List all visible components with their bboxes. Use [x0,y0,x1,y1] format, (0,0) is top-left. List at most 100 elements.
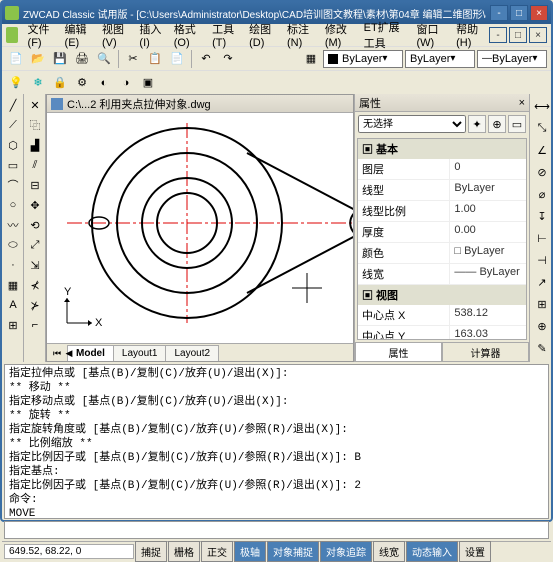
trim-icon[interactable]: ⊀ [26,276,44,294]
circle-icon[interactable]: ○ [4,196,22,214]
open-icon[interactable]: 📂 [28,49,48,69]
drawing-canvas[interactable]: XY [47,113,353,343]
copy2-icon[interactable]: ⿻ [26,116,44,134]
tool3-icon[interactable]: ◑ [116,73,136,93]
table-icon[interactable]: ⊞ [4,316,22,334]
new-icon[interactable]: 📄 [6,49,26,69]
menu-dim[interactable]: 标注(N) [282,19,319,51]
menu-file[interactable]: 文件(F) [23,19,59,51]
props-close-icon[interactable]: × [519,97,525,109]
preview-icon[interactable]: 🔍 [94,49,114,69]
lightbulb-icon[interactable]: 💡 [6,73,26,93]
snap-toggle[interactable]: 捕捉 [135,541,167,562]
dim-leader-icon[interactable]: ↗ [532,272,552,292]
dim-base-icon[interactable]: ⊣ [532,250,552,270]
menu-insert[interactable]: 插入(I) [134,19,167,51]
tab-properties[interactable]: 属性 [355,342,442,362]
prop-row[interactable]: 图层0 [358,159,526,180]
layer-select[interactable]: ByLayer ▾ [323,50,403,68]
tab-prev[interactable]: ◀ [61,345,77,361]
tab-layout1[interactable]: Layout1 [113,345,167,361]
dim-center-icon[interactable]: ⊕ [532,316,552,336]
hatch-icon[interactable]: ▦ [4,276,22,294]
scale-icon[interactable]: ⤢ [26,236,44,254]
freeze-icon[interactable]: ❄ [28,73,48,93]
lock-icon[interactable]: 🔒 [50,73,70,93]
move-icon[interactable]: ✥ [26,196,44,214]
layer-icon[interactable]: ▦ [301,49,321,69]
menu-draw[interactable]: 绘图(D) [244,19,281,51]
cut-icon[interactable]: ✂ [123,49,143,69]
quickselect-icon[interactable]: ✦ [468,115,486,133]
text-icon[interactable]: A [4,296,22,314]
prop-row[interactable]: 线型比例1.00 [358,201,526,222]
paste-icon[interactable]: 📄 [167,49,187,69]
tab-layout2[interactable]: Layout2 [165,345,219,361]
line-icon[interactable]: ╱ [4,96,22,114]
rotate-icon[interactable]: ⟲ [26,216,44,234]
dim-angular-icon[interactable]: ∠ [532,140,552,160]
property-grid[interactable]: ▣ 基本图层0线型ByLayer线型比例1.00厚度0.00颜色□ ByLaye… [357,138,527,340]
spline-icon[interactable]: 〰 [4,216,22,234]
menu-window[interactable]: 窗口(W) [411,19,450,51]
doc-close-button[interactable]: × [529,27,547,43]
undo-icon[interactable]: ↶ [196,49,216,69]
tool2-icon[interactable]: ◐ [94,73,114,93]
polygon-icon[interactable]: ⬡ [4,136,22,154]
menu-tools[interactable]: 工具(T) [207,19,243,51]
settings-toggle[interactable]: 设置 [459,541,491,562]
prop-category[interactable]: ▣ 基本 [358,139,526,159]
dim-tol-icon[interactable]: ⊞ [532,294,552,314]
dyn-toggle[interactable]: 动态输入 [406,541,458,562]
mirror-icon[interactable]: ▟ [26,136,44,154]
ortho-toggle[interactable]: 正交 [201,541,233,562]
lwt-toggle[interactable]: 线宽 [373,541,405,562]
ellipse-icon[interactable]: ⬭ [4,236,22,254]
menu-format[interactable]: 格式(O) [169,19,206,51]
close-button[interactable]: × [530,5,548,21]
grid-toggle[interactable]: 栅格 [168,541,200,562]
prop-row[interactable]: 厚度0.00 [358,222,526,243]
dim-linear-icon[interactable]: ⟷ [532,96,552,116]
array-icon[interactable]: ⊟ [26,176,44,194]
dim-radius-icon[interactable]: ⊘ [532,162,552,182]
color-select[interactable]: ByLayer ▾ [405,50,475,68]
command-input[interactable] [5,524,548,536]
prop-row[interactable]: 中心点 X538.12 [358,305,526,326]
fillet-icon[interactable]: ⌐ [26,316,44,334]
prop-row[interactable]: 颜色□ ByLayer [358,243,526,264]
point-icon[interactable]: · [4,256,22,274]
dim-diameter-icon[interactable]: ⌀ [532,184,552,204]
prop-row[interactable]: 线型ByLayer [358,180,526,201]
erase-icon[interactable]: ✕ [26,96,44,114]
dim-ord-icon[interactable]: ↧ [532,206,552,226]
offset-icon[interactable]: ⫽ [26,156,44,174]
menu-edit[interactable]: 编辑(E) [60,19,96,51]
extend-icon[interactable]: ⊁ [26,296,44,314]
polar-toggle[interactable]: 极轴 [234,541,266,562]
copy-icon[interactable]: 📋 [145,49,165,69]
selectobj-icon[interactable]: ▭ [508,115,526,133]
minimize-button[interactable]: - [490,5,508,21]
selection-select[interactable]: 无选择 [358,115,466,133]
print-icon[interactable]: 🖨 [72,49,92,69]
tab-calculator[interactable]: 计算器 [442,342,529,362]
maximize-button[interactable]: □ [510,5,528,21]
dim-aligned-icon[interactable]: ⤡ [532,118,552,138]
pline-icon[interactable]: ⟋ [4,116,22,134]
tool-icon[interactable]: ⚙ [72,73,92,93]
osnap-toggle[interactable]: 对象捕捉 [267,541,319,562]
doc-restore-button[interactable]: □ [509,27,527,43]
dim-edit-icon[interactable]: ✎ [532,338,552,358]
pickadd-icon[interactable]: ⊕ [488,115,506,133]
arc-icon[interactable]: ⌒ [4,176,22,194]
tool4-icon[interactable]: ▣ [138,73,158,93]
prop-row[interactable]: 线宽—— ByLayer [358,264,526,285]
menu-modify[interactable]: 修改(M) [320,19,358,51]
dim-cont-icon[interactable]: ⊢ [532,228,552,248]
save-icon[interactable]: 💾 [50,49,70,69]
prop-row[interactable]: 中心点 Y163.03 [358,326,526,340]
ltype-select[interactable]: — ByLayer ▾ [477,50,547,68]
redo-icon[interactable]: ↷ [218,49,238,69]
otrack-toggle[interactable]: 对象追踪 [320,541,372,562]
